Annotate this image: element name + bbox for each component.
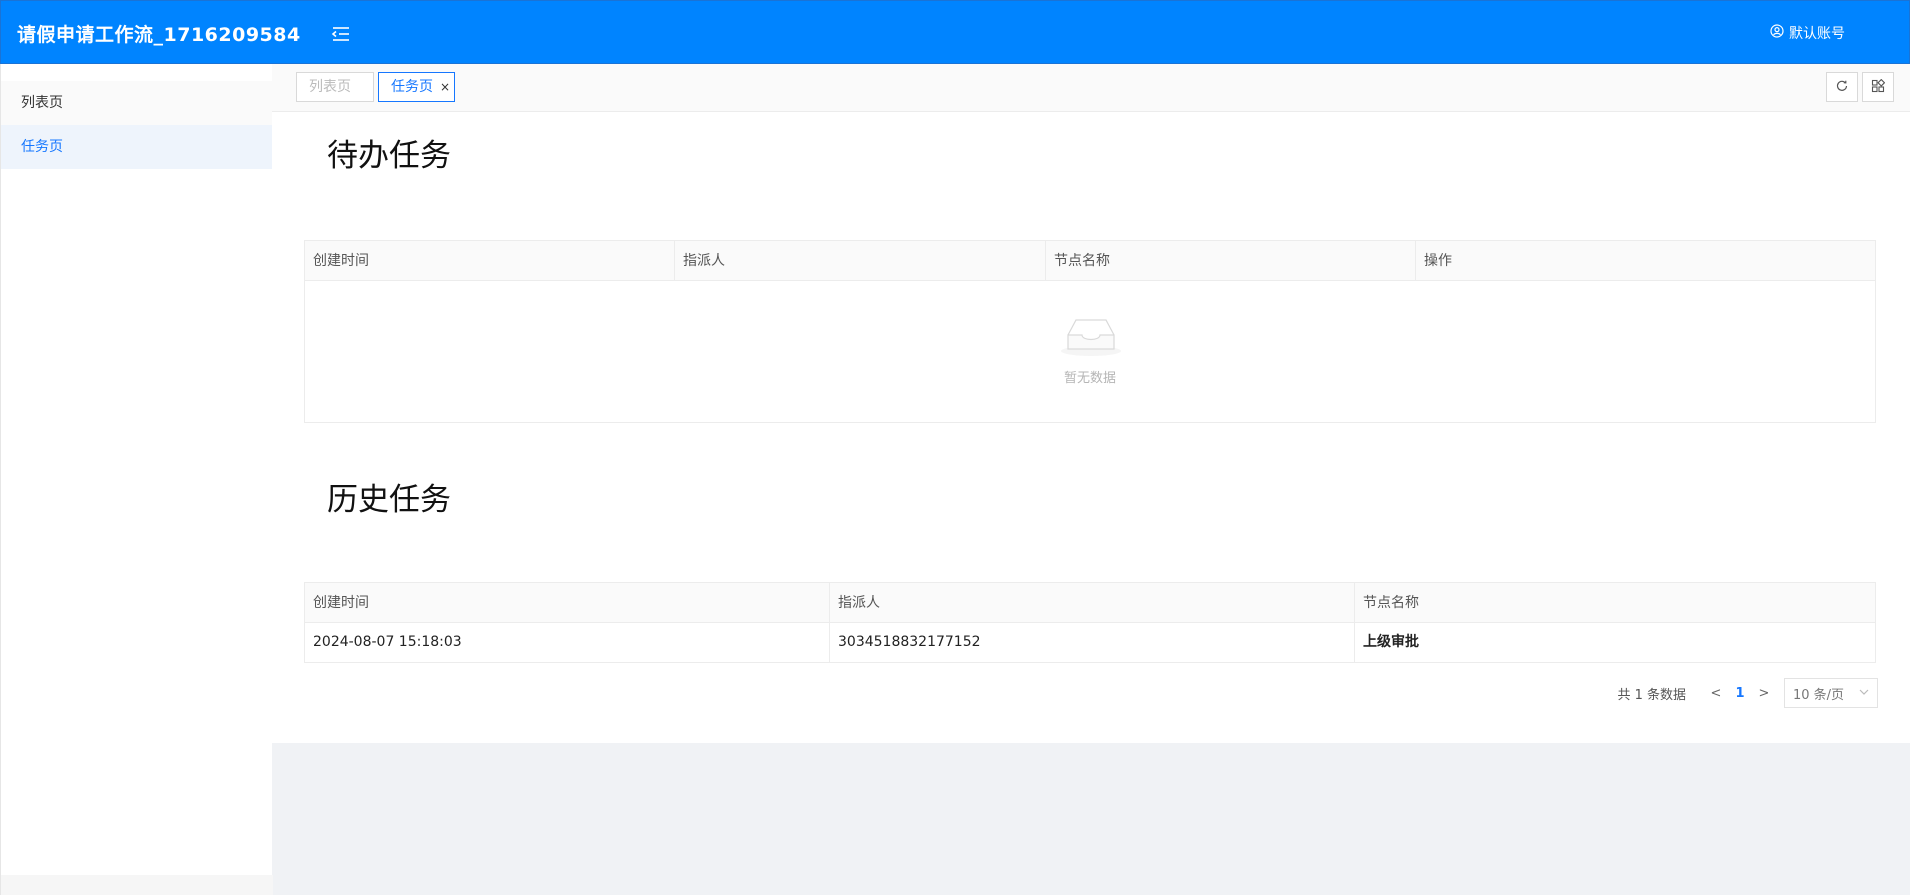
empty-state: 暂无数据 <box>305 281 1875 422</box>
close-icon[interactable]: × <box>440 73 450 101</box>
column-header: 指派人 <box>830 583 1355 622</box>
app-title: 请假申请工作流_1716209584 <box>17 24 301 46</box>
tab-task-page-label: 任务页 <box>391 79 433 95</box>
user-icon <box>1770 24 1784 42</box>
pending-tasks-title: 待办任务 <box>327 138 451 174</box>
layout-button[interactable] <box>1862 72 1894 102</box>
pending-tasks-table: 创建时间 指派人 节点名称 操作 暂无数据 <box>304 240 1876 423</box>
tab-list-page[interactable]: 列表页 <box>296 72 374 102</box>
column-header: 指派人 <box>675 241 1046 280</box>
page-size-select[interactable]: 10 条/页 <box>1784 678 1878 708</box>
table-cell: 上级审批 <box>1363 634 1419 650</box>
history-tasks-title: 历史任务 <box>327 482 451 518</box>
sidebar-footer <box>1 875 273 895</box>
column-header: 节点名称 <box>1363 595 1419 611</box>
table-header: 创建时间 指派人 节点名称 <box>305 583 1875 623</box>
top-header: 请假申请工作流_1716209584 默认账号 <box>0 0 1910 64</box>
next-page-icon[interactable]: > <box>1752 686 1776 701</box>
table-cell: 3034518832177152 <box>830 623 1355 662</box>
sidebar: 列表页 任务页 <box>0 64 273 895</box>
column-header: 操作 <box>1424 253 1452 269</box>
empty-inbox-icon <box>1059 315 1123 357</box>
tab-bar: 列表页 任务页 × <box>272 64 1910 112</box>
history-tasks-table: 创建时间 指派人 节点名称 2024-08-07 15:18:03 303451… <box>304 582 1876 663</box>
column-header: 节点名称 <box>1046 241 1416 280</box>
empty-text: 暂无数据 <box>1063 371 1116 386</box>
menu-fold-icon[interactable] <box>331 25 351 43</box>
table-header: 创建时间 指派人 节点名称 操作 <box>305 241 1875 281</box>
pagination: 共 1 条数据 < 1 > 10 条/页 <box>1617 678 1878 708</box>
refresh-button[interactable] <box>1826 72 1858 102</box>
page-number[interactable]: 1 <box>1728 686 1752 701</box>
sidebar-item-list-page[interactable]: 列表页 <box>1 81 272 125</box>
page-size-value: 10 条/页 <box>1793 687 1845 703</box>
sidebar-item-task-page[interactable]: 任务页 <box>1 125 272 169</box>
account-menu[interactable]: 默认账号 <box>1770 23 1845 43</box>
account-label: 默认账号 <box>1789 26 1845 42</box>
column-header: 创建时间 <box>305 583 830 622</box>
main-content: 待办任务 创建时间 指派人 节点名称 操作 暂无数据 历史任务 创建时间 指派人… <box>272 112 1910 743</box>
table-cell: 2024-08-07 15:18:03 <box>305 623 830 662</box>
tab-task-page[interactable]: 任务页 × <box>378 72 455 102</box>
pagination-total: 共 1 条数据 <box>1617 687 1686 703</box>
grid-icon <box>1871 78 1886 97</box>
column-header: 创建时间 <box>305 241 675 280</box>
prev-page-icon[interactable]: < <box>1704 686 1728 701</box>
refresh-icon <box>1835 78 1849 97</box>
chevron-down-icon <box>1859 686 1869 701</box>
table-row: 2024-08-07 15:18:03 3034518832177152 上级审… <box>305 623 1875 662</box>
